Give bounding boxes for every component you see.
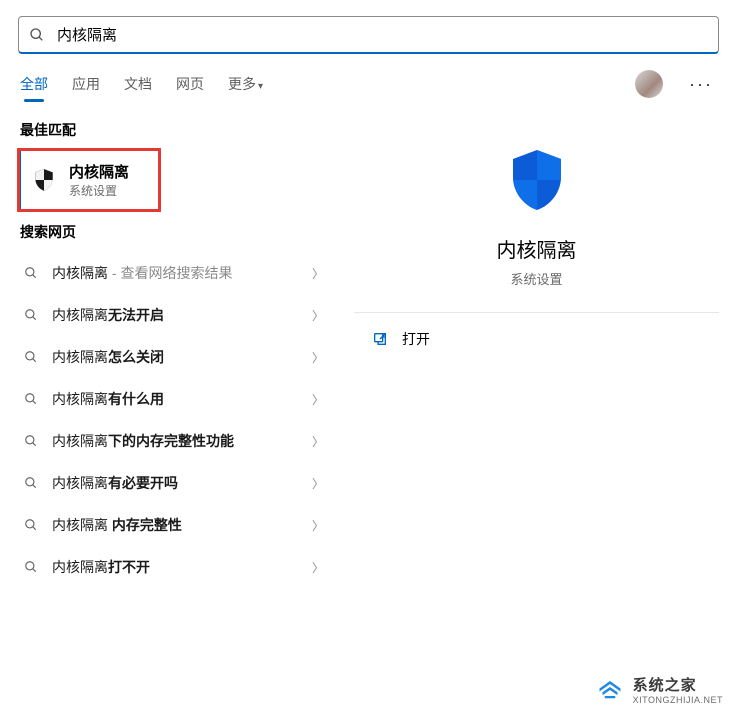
- chevron-right-icon: 〉: [312, 391, 324, 408]
- tab-more[interactable]: 更多▾: [226, 68, 265, 100]
- tab-apps[interactable]: 应用: [70, 68, 102, 100]
- search-icon: [24, 517, 40, 533]
- web-result-text: 内核隔离有什么用: [52, 389, 312, 409]
- search-icon: [24, 307, 40, 323]
- web-result-text: 内核隔离有必要开吗: [52, 473, 312, 493]
- section-best-match: 最佳匹配: [20, 120, 340, 140]
- best-match-item[interactable]: 内核隔离 系统设置: [18, 150, 340, 210]
- web-result-text: 内核隔离怎么关闭: [52, 347, 312, 367]
- watermark: 系统之家 XITONGZHIJIA.NET: [595, 674, 723, 705]
- more-options-button[interactable]: ···: [683, 74, 719, 95]
- web-result-item[interactable]: 内核隔离下的内存完整性功能 〉: [18, 420, 340, 462]
- divider: [354, 312, 719, 313]
- tab-all[interactable]: 全部: [18, 68, 50, 100]
- preview-panel: 内核隔离 系统设置 打开: [354, 120, 719, 588]
- watermark-cn: 系统之家: [633, 674, 723, 695]
- tabs-row: 全部 应用 文档 网页 更多▾ ···: [18, 68, 719, 100]
- search-bar[interactable]: [18, 16, 719, 54]
- chevron-right-icon: 〉: [312, 265, 324, 282]
- search-icon: [24, 265, 40, 281]
- best-match-title: 内核隔离: [69, 161, 129, 182]
- open-icon: [372, 331, 388, 347]
- tab-web[interactable]: 网页: [174, 68, 206, 100]
- open-label: 打开: [402, 329, 430, 349]
- chevron-down-icon: ▾: [258, 81, 263, 92]
- web-result-item[interactable]: 内核隔离怎么关闭 〉: [18, 336, 340, 378]
- web-result-item[interactable]: 内核隔离 - 查看网络搜索结果 〉: [18, 252, 340, 294]
- preview-title: 内核隔离: [497, 234, 577, 263]
- chevron-right-icon: 〉: [312, 559, 324, 576]
- chevron-right-icon: 〉: [312, 517, 324, 534]
- chevron-right-icon: 〉: [312, 349, 324, 366]
- watermark-en: XITONGZHIJIA.NET: [633, 695, 723, 705]
- web-result-item[interactable]: 内核隔离有必要开吗 〉: [18, 462, 340, 504]
- web-result-text: 内核隔离 内存完整性: [52, 515, 312, 535]
- search-icon: [24, 475, 40, 491]
- search-icon: [24, 559, 40, 575]
- search-icon: [24, 349, 40, 365]
- chevron-right-icon: 〉: [312, 307, 324, 324]
- shield-icon: [501, 144, 573, 216]
- web-result-item[interactable]: 内核隔离打不开 〉: [18, 546, 340, 588]
- search-icon: [29, 26, 47, 44]
- web-result-text: 内核隔离打不开: [52, 557, 312, 577]
- results-panel: 最佳匹配 内核隔离 系统设置 搜索网页 内核隔离 - 查看网络搜索结果 〉 内核…: [0, 112, 340, 588]
- chevron-right-icon: 〉: [312, 475, 324, 492]
- open-button[interactable]: 打开: [354, 317, 719, 361]
- web-result-item[interactable]: 内核隔离有什么用 〉: [18, 378, 340, 420]
- preview-subtitle: 系统设置: [510, 269, 562, 288]
- web-result-item[interactable]: 内核隔离无法开启 〉: [18, 294, 340, 336]
- search-icon: [24, 391, 40, 407]
- avatar[interactable]: [635, 70, 663, 98]
- best-match-subtitle: 系统设置: [69, 182, 129, 199]
- search-input[interactable]: [57, 26, 708, 43]
- web-result-text: 内核隔离下的内存完整性功能: [52, 431, 312, 451]
- shield-icon: [31, 167, 57, 193]
- web-result-item[interactable]: 内核隔离 内存完整性 〉: [18, 504, 340, 546]
- chevron-right-icon: 〉: [312, 433, 324, 450]
- web-result-text: 内核隔离 - 查看网络搜索结果: [52, 263, 312, 283]
- section-search-web: 搜索网页: [20, 222, 340, 242]
- search-icon: [24, 433, 40, 449]
- tab-docs[interactable]: 文档: [122, 68, 154, 100]
- web-result-text: 内核隔离无法开启: [52, 305, 312, 325]
